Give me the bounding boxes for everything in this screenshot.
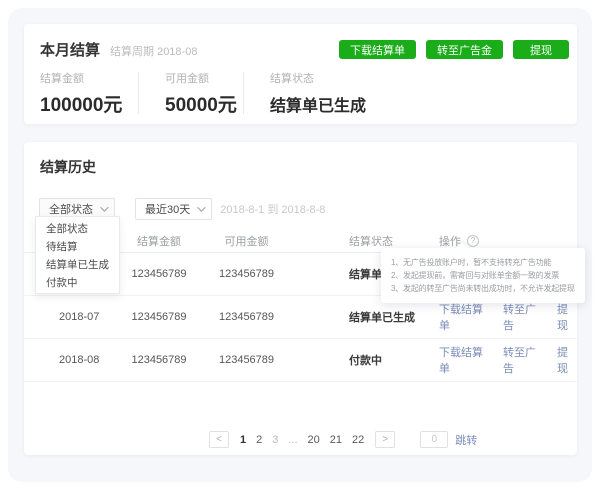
stat-value: 结算单已生成 (270, 98, 367, 115)
action-withdraw-link[interactable]: 提现 (557, 301, 577, 333)
page-number[interactable]: 21 (330, 434, 342, 446)
cell-status: 付款中 (349, 355, 382, 367)
page-panel: 本月结算 结算周期 2018-08 下载结算单 转至广告金 提现 结算金额 10… (8, 8, 592, 482)
stat-settlement-status: 结算状态 结算单已生成 (244, 70, 366, 116)
dropdown-item-paying[interactable]: 付款中 (36, 273, 119, 291)
stat-label: 结算金额 (40, 73, 84, 85)
header-actions: 操作 ? (419, 233, 577, 249)
summary-card: 本月结算 结算周期 2018-08 下载结算单 转至广告金 提现 结算金额 10… (24, 24, 577, 124)
dropdown-item-pending[interactable]: 待结算 (36, 237, 119, 255)
jump-button[interactable]: 跳转 (455, 432, 477, 448)
page-number[interactable]: 20 (308, 434, 320, 446)
page-numbers: 1 2 3 ... 20 21 22 (240, 434, 364, 446)
tooltip-line: 2、发起提现前，需寄回与对账单金额一致的发票 (391, 271, 560, 280)
stat-label: 可用金额 (165, 73, 209, 85)
date-range-value: 最近30天 (145, 204, 191, 216)
status-dropdown-menu: 全部状态 待结算 结算单已生成 付款中 (35, 216, 120, 294)
stat-value: 100000元 (40, 95, 123, 116)
transfer-ad-fund-button[interactable]: 转至广告金 (426, 40, 503, 59)
cell-actions: 下载结算单 转至广告 提现 (419, 344, 577, 376)
summary-buttons: 下载结算单 转至广告金 提现 (339, 40, 569, 59)
action-transfer-link[interactable]: 转至广告 (503, 344, 543, 376)
summary-card-title: 本月结算 (40, 42, 101, 59)
next-page-button[interactable]: > (375, 431, 396, 448)
page-number[interactable]: 22 (352, 434, 364, 446)
status-filter-value: 全部状态 (49, 204, 93, 216)
page-number[interactable]: 2 (256, 434, 262, 446)
chevron-down-icon (197, 203, 206, 212)
download-statement-button[interactable]: 下载结算单 (339, 40, 416, 59)
cell-period: 2018-08 (59, 354, 100, 366)
cell-actions: 下载结算单 转至广告 提现 (419, 301, 577, 333)
header-available-amount: 可用金额 (224, 235, 269, 248)
stat-settlement-amount: 结算金额 100000元 (40, 70, 138, 117)
chevron-down-icon (100, 203, 109, 212)
prev-page-button[interactable]: < (209, 431, 229, 448)
cell-settle-amount: 123456789 (131, 311, 187, 323)
table-row: 2018-08 123456789 123456789 付款中 下载结算单 转至… (24, 339, 577, 382)
help-icon[interactable]: ? (467, 234, 479, 247)
settlement-period-label: 结算周期 2018-08 (110, 46, 198, 58)
dropdown-item-generated[interactable]: 结算单已生成 (36, 255, 119, 273)
header-status: 结算状态 (349, 235, 393, 248)
cell-settle-amount: 123456789 (131, 354, 187, 366)
history-card-title: 结算历史 (40, 159, 96, 175)
header-settle-amount: 结算金额 (137, 235, 181, 248)
ellipsis: ... (288, 433, 298, 446)
stat-available-amount: 可用金额 50000元 (139, 70, 243, 117)
stat-label: 结算状态 (270, 73, 314, 85)
cell-available-amount: 123456789 (218, 354, 275, 366)
cell-period: 2018-07 (59, 311, 100, 323)
page-number[interactable]: 1 (240, 434, 246, 446)
page-number[interactable]: 3 (272, 434, 278, 446)
tooltip-line: 1、无广告投放账户时，暂不支持转充广告功能 (391, 258, 552, 267)
date-range-select[interactable]: 最近30天 (135, 198, 213, 220)
action-download-link[interactable]: 下载结算单 (439, 301, 489, 333)
action-withdraw-link[interactable]: 提现 (557, 344, 577, 376)
action-download-link[interactable]: 下载结算单 (439, 344, 489, 376)
withdraw-button[interactable]: 提现 (513, 40, 569, 59)
dropdown-item-all[interactable]: 全部状态 (36, 219, 119, 237)
cell-settle-amount: 123456789 (131, 268, 187, 280)
action-transfer-link[interactable]: 转至广告 (503, 301, 543, 333)
actions-tooltip: 1、无广告投放账户时，暂不支持转充广告功能 2、发起提现前，需寄回与对账单金额一… (381, 242, 585, 303)
summary-title-wrap: 本月结算 结算周期 2018-08 (40, 39, 197, 60)
date-range-text: 2018-8-1 到 2018-8-8 (220, 204, 326, 216)
jump-page-input[interactable] (420, 431, 449, 448)
cell-status: 结算单已生成 (349, 312, 415, 324)
summary-stats: 结算金额 100000元 可用金额 50000元 结算状态 结算单已生成 (24, 60, 577, 117)
stat-value: 50000元 (165, 95, 237, 116)
tooltip-line: 3、发起的转至广告尚未转出成功时，不允许发起提现 (391, 284, 575, 293)
cell-available-amount: 123456789 (218, 268, 275, 280)
summary-card-header: 本月结算 结算周期 2018-08 下载结算单 转至广告金 提现 (24, 24, 577, 60)
pagination: < 1 2 3 ... 20 21 22 > 跳转 (209, 431, 477, 448)
cell-available-amount: 123456789 (218, 311, 275, 323)
